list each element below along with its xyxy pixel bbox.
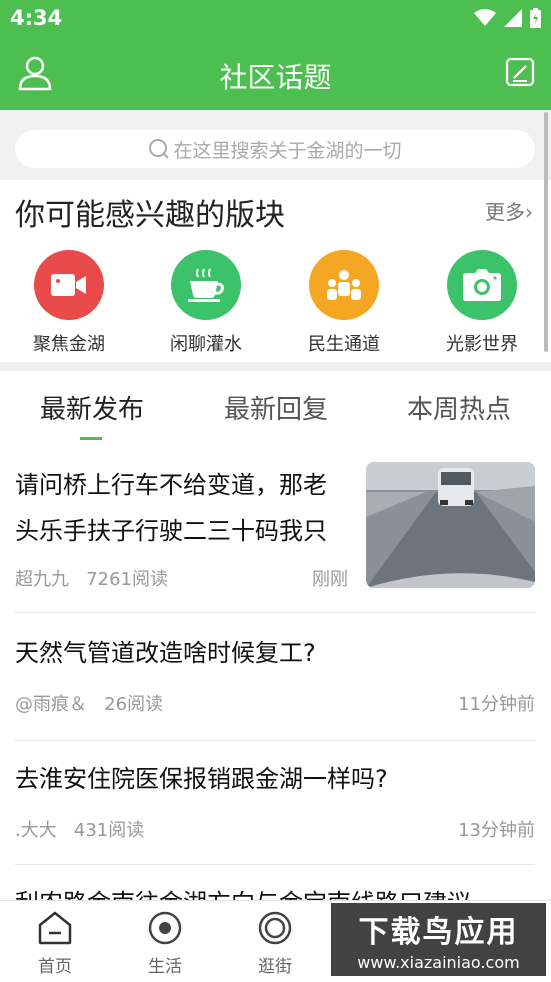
signal-icon [504,9,522,27]
post-time: 刚刚 [312,569,348,590]
search-area: 在这里搜索关于金湖的一切 [0,110,551,180]
tab-indicator [80,437,102,440]
watermark-url: www.xiazainiao.com [357,953,520,972]
battery-icon [530,8,541,28]
status-time: 4:34 [10,6,63,30]
watermark: 下载鸟应用 www.xiazainiao.com [331,903,546,976]
post-meta: .大大 431阅读 [15,816,144,842]
post-author: 超九九 [15,569,69,590]
post-time: 13分钟前 [458,820,535,841]
tab-latest-reply[interactable]: 最新回复 [184,389,368,426]
post-reads: 7261阅读 [86,569,168,590]
post-reads: 431阅读 [73,820,145,841]
post-item[interactable]: 请问桥上行车不给变道，那老头乐手扶子行驶二三十码我只能跟着？ 超九九 7261阅… [15,462,535,613]
title-bar: 社区话题 [0,38,551,110]
tab-weekly-hot[interactable]: 本周热点 [367,389,551,426]
search-placeholder: 在这里搜索关于金湖的一切 [173,139,402,162]
post-author: @雨痕＆ [15,694,87,715]
shopping-icon [258,911,292,945]
board-label: 光影世界 [446,334,518,355]
tab-latest[interactable]: 最新发布 [0,389,184,426]
post-title: 请问桥上行车不给变道，那老头乐手扶子行驶二三十码我只能跟着？ [15,471,327,564]
post-author: .大大 [15,820,57,841]
camera-icon [447,250,517,320]
board-list: 聚焦金湖 闲聊灌水 民生通道 光影世界 [0,250,551,360]
nav-shopping[interactable]: 逛街 [235,911,315,977]
status-icons [474,8,541,28]
nav-life[interactable]: 生活 [125,911,205,977]
board-label: 民生通道 [308,334,380,355]
board-item-chat[interactable]: 闲聊灌水 [146,250,266,356]
post-item[interactable]: 天然气管道改造啥时候复工? @雨痕＆ 26阅读 11分钟前 [15,630,535,741]
search-input[interactable]: 在这里搜索关于金湖的一切 [15,130,535,168]
compose-icon[interactable] [505,57,535,91]
post-time: 11分钟前 [458,694,535,715]
people-icon [309,250,379,320]
post-title: 去淮安住院医保报销跟金湖一样吗? [15,765,388,793]
life-icon [148,911,182,945]
nav-label: 首页 [38,957,72,977]
coffee-cup-icon [171,250,241,320]
nav-label: 逛街 [258,957,292,977]
board-label: 聚焦金湖 [33,334,105,355]
video-camera-icon [34,250,104,320]
nav-label: 生活 [148,957,182,977]
wifi-icon [474,9,496,26]
page-title: 社区话题 [219,61,332,94]
search-icon [149,139,170,159]
post-reads: 26阅读 [104,694,164,715]
board-label: 闲聊灌水 [170,334,242,355]
post-item[interactable]: 去淮安住院医保报销跟金湖一样吗? .大大 431阅读 13分钟前 [15,756,535,865]
more-link[interactable]: 更多› [485,196,533,225]
more-label: 更多 [485,200,525,224]
status-bar: 4:34 [0,0,551,38]
nav-home[interactable]: 首页 [15,911,95,977]
post-title: 天然气管道改造啥时候复工? [15,639,316,667]
watermark-title: 下载鸟应用 [358,915,519,950]
section-divider [0,362,551,371]
section-title: 你可能感兴趣的版块 [15,198,285,233]
board-item-photo[interactable]: 光影世界 [422,250,542,356]
post-meta: 超九九 7261阅读 [15,565,168,591]
board-item-video[interactable]: 聚焦金湖 [9,250,129,356]
board-item-people[interactable]: 民生通道 [284,250,404,356]
chevron-right-icon: › [525,200,533,224]
post-meta: @雨痕＆ 26阅读 [15,690,163,716]
tab-bar: 最新发布 最新回复 本周热点 [0,371,551,446]
post-thumbnail [366,462,535,588]
home-icon [38,911,72,945]
